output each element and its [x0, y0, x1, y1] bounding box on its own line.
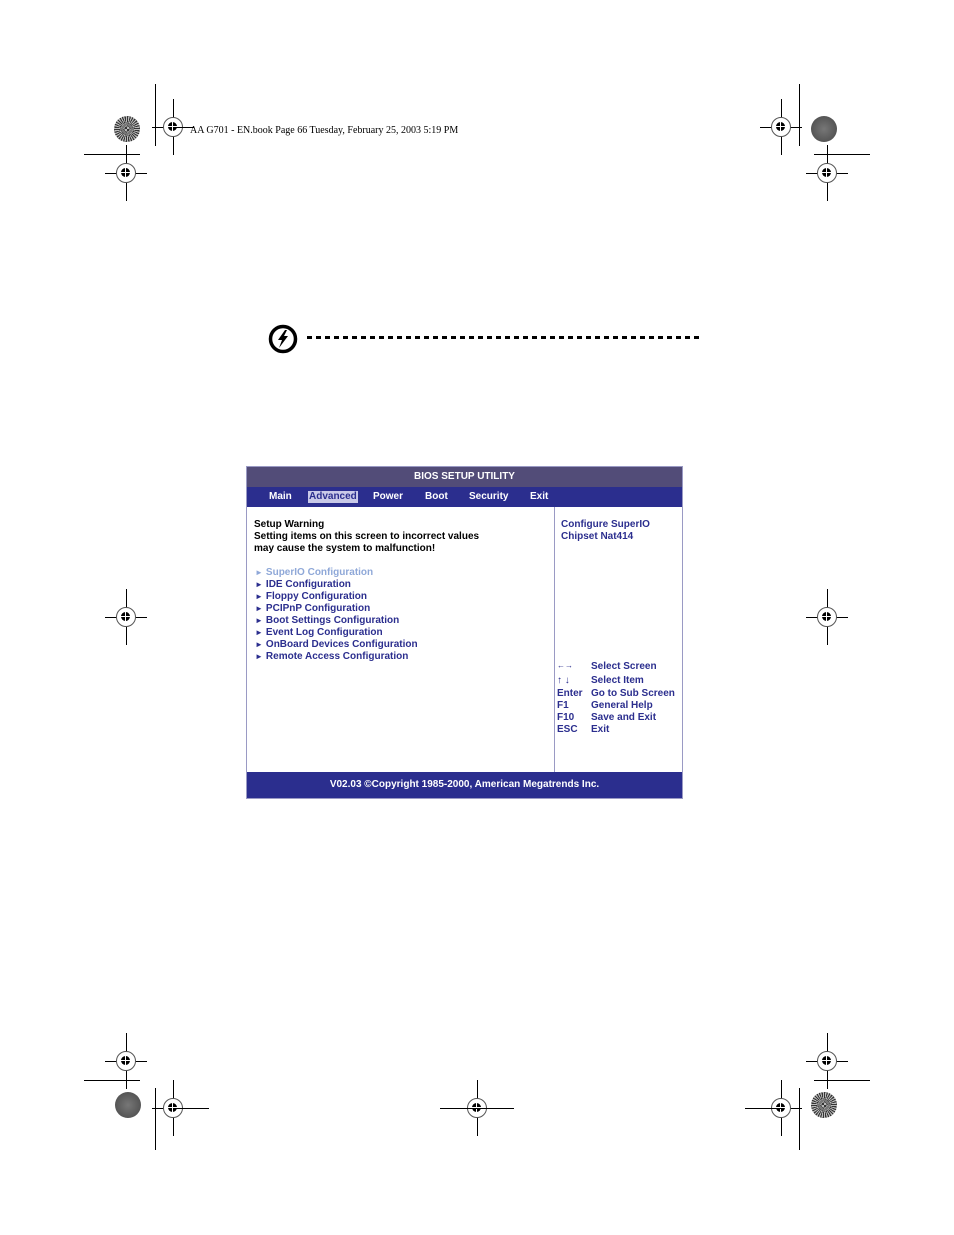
- menu-item-label: Floppy Configuration: [265, 591, 368, 602]
- crop-line: [440, 1108, 514, 1109]
- crop-line: [799, 84, 800, 146]
- crop-line: [814, 154, 870, 155]
- key-label: Enter: [557, 688, 583, 699]
- menu-item-onboard-devices-configuration[interactable]: ► OnBoard Devices Configuration: [255, 639, 418, 650]
- crop-line: [84, 1080, 140, 1081]
- key-description: Save and Exit: [591, 712, 657, 723]
- crop-line: [155, 84, 156, 146]
- triangle-right-icon: ►: [255, 628, 263, 637]
- tab-advanced[interactable]: Advanced: [308, 491, 358, 503]
- crop-line: [173, 1108, 209, 1109]
- bios-setup-screen: BIOS SETUP UTILITY Main Advanced Power B…: [246, 466, 683, 799]
- menu-item-ide-configuration[interactable]: ► IDE Configuration: [255, 579, 351, 590]
- menu-item-label: IDE Configuration: [265, 579, 351, 590]
- help-text: Chipset Nat414: [561, 531, 634, 542]
- menu-item-label: OnBoard Devices Configuration: [265, 639, 418, 650]
- setup-warning-text: Setting items on this screen to incorrec…: [254, 531, 480, 542]
- key-description: Go to Sub Screen: [591, 688, 675, 699]
- menu-item-floppy-configuration[interactable]: ► Floppy Configuration: [255, 591, 367, 602]
- tab-main[interactable]: Main: [269, 487, 292, 507]
- warning-dotted-rule: [307, 336, 703, 339]
- starburst-mark-icon: [114, 116, 140, 142]
- menu-item-label: Event Log Configuration: [265, 627, 383, 638]
- menu-item-remote-access-configuration[interactable]: ► Remote Access Configuration: [255, 651, 408, 662]
- triangle-right-icon: ►: [255, 568, 263, 577]
- menu-item-label: Remote Access Configuration: [265, 651, 409, 662]
- triangle-right-icon: ►: [255, 652, 263, 661]
- tab-exit[interactable]: Exit: [530, 487, 548, 507]
- key-label: ESC: [557, 724, 578, 735]
- key-description: Exit: [591, 724, 610, 735]
- key-label: F1: [557, 700, 569, 711]
- starburst-mark-icon: [811, 1092, 837, 1118]
- triangle-right-icon: ►: [255, 640, 263, 649]
- crop-line: [799, 1088, 800, 1150]
- tab-security[interactable]: Security: [469, 487, 508, 507]
- bios-left-pane: Setup Warning Setting items on this scre…: [247, 507, 555, 772]
- triangle-right-icon: ►: [255, 604, 263, 613]
- crop-line: [155, 1088, 156, 1150]
- key-label: F10: [557, 712, 575, 723]
- menu-item-pcipnp-configuration[interactable]: ► PCIPnP Configuration: [255, 603, 370, 614]
- menu-item-label: SuperIO Configuration: [265, 567, 374, 578]
- crop-line: [745, 1108, 781, 1109]
- crop-line: [814, 1080, 870, 1081]
- triangle-right-icon: ►: [255, 592, 263, 601]
- solid-mark-icon: [811, 116, 837, 142]
- up-down-arrows-icon: ↑ ↓: [557, 675, 570, 686]
- solid-mark-icon: [115, 1092, 141, 1118]
- left-right-arrows-icon: ←→: [557, 661, 573, 670]
- lightning-warning-icon: [268, 324, 298, 354]
- menu-item-boot-settings-configuration[interactable]: ► Boot Settings Configuration: [255, 615, 399, 626]
- help-text: Configure SuperIO: [561, 519, 650, 530]
- tab-boot[interactable]: Boot: [425, 487, 448, 507]
- bios-help-pane: Configure SuperIO Chipset Nat414 ←→ Sele…: [555, 507, 682, 772]
- menu-item-superio-configuration[interactable]: ► SuperIO Configuration: [255, 567, 373, 578]
- bios-copyright-footer: V02.03 ©Copyright 1985-2000, American Me…: [247, 772, 682, 798]
- bios-menu-bar: Main Advanced Power Boot Security Exit: [247, 487, 682, 507]
- triangle-right-icon: ►: [255, 580, 263, 589]
- bios-title-bar: BIOS SETUP UTILITY: [247, 467, 682, 487]
- setup-warning-title: Setup Warning: [254, 519, 325, 530]
- key-description: General Help: [591, 700, 653, 711]
- setup-warning-text: may cause the system to malfunction!: [254, 543, 436, 554]
- key-description: Select Screen: [591, 661, 657, 672]
- triangle-right-icon: ►: [255, 616, 263, 625]
- page-header: AA G701 - EN.book Page 66 Tuesday, Febru…: [190, 125, 459, 136]
- crop-line: [84, 154, 140, 155]
- tab-power[interactable]: Power: [373, 487, 403, 507]
- menu-item-event-log-configuration[interactable]: ► Event Log Configuration: [255, 627, 383, 638]
- key-description: Select Item: [591, 675, 644, 686]
- menu-item-label: PCIPnP Configuration: [265, 603, 371, 614]
- menu-item-label: Boot Settings Configuration: [265, 615, 400, 626]
